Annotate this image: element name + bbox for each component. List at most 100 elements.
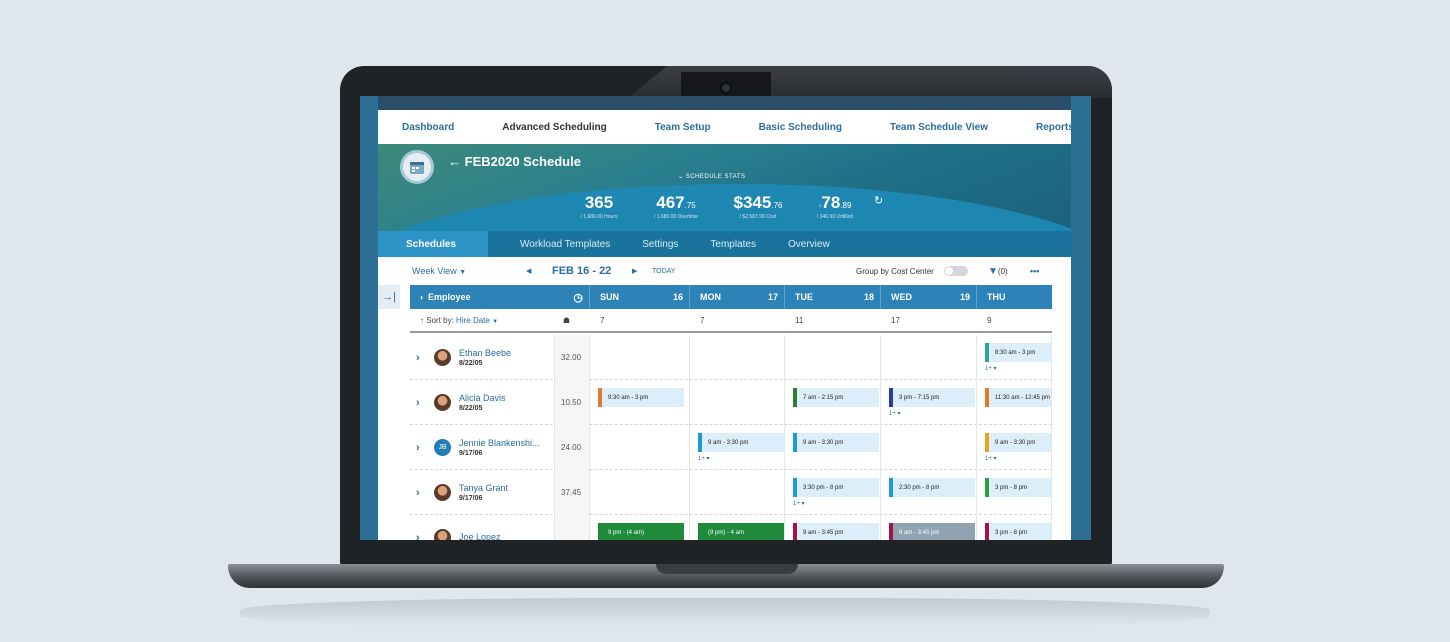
shift-block[interactable]: 2:30 pm - 8 pm <box>889 478 975 497</box>
day-cell[interactable]: 9 pm - (4 am) <box>590 515 690 540</box>
expand-row-icon[interactable]: › <box>416 352 430 364</box>
employee-name[interactable]: Ethan Beebe <box>459 348 511 358</box>
more-shifts-link[interactable]: 1+ ▾ <box>889 410 901 417</box>
day-cell[interactable]: (9 pm) - 4 am <box>690 515 785 540</box>
day-cell[interactable]: 9:30 am - 3 pm <box>590 380 690 425</box>
day-cell[interactable]: 9 am - 3:45 pm <box>881 515 977 540</box>
more-shifts-link[interactable]: 1+ ▾ <box>985 365 997 372</box>
nav-item-team-setup[interactable]: Team Setup <box>655 122 711 133</box>
employee-hire-date: 8/22/05 <box>459 405 483 412</box>
day-cell[interactable] <box>690 335 785 380</box>
day-cell[interactable] <box>881 425 977 470</box>
day-cell[interactable] <box>590 425 690 470</box>
week-view-select[interactable]: Week View ▼ <box>412 266 466 276</box>
tab-overview[interactable]: Overview <box>788 239 830 250</box>
shift-block[interactable]: 7 am - 2:15 pm <box>793 388 879 407</box>
shift-block[interactable]: 9 am - 3:30 pm <box>985 433 1051 452</box>
day-name: THU <box>987 292 1006 302</box>
today-button[interactable]: TODAY <box>652 268 675 275</box>
employee-cell[interactable]: › Tanya Grant 9/17/06 <box>410 470 555 515</box>
chevron-right-icon: › <box>420 292 428 302</box>
shift-block[interactable]: 9 pm - (4 am) <box>598 523 684 540</box>
day-cell[interactable]: 9 am - 3:30 pm 1+ ▾ <box>977 425 1052 470</box>
employee-column-header[interactable]: › Employee ◷ <box>410 285 590 309</box>
day-cell[interactable]: 3 pm - 7:15 pm 1+ ▾ <box>881 380 977 425</box>
nav-item-team-schedule-view[interactable]: Team Schedule View <box>890 122 988 133</box>
shift-block[interactable]: 3 pm - 8 pm <box>985 523 1051 540</box>
avatar <box>434 484 451 501</box>
day-cell[interactable]: 9 am - 3:30 pm <box>785 425 881 470</box>
shift-block[interactable]: 3 pm - 7:15 pm <box>889 388 975 407</box>
employee-hours: 10.50 <box>555 380 590 425</box>
tab-templates[interactable]: Templates <box>710 239 756 250</box>
shift-block[interactable]: 3:30 pm - 8 pm <box>793 478 879 497</box>
shift-block[interactable]: 9 am - 3:45 pm <box>793 523 879 540</box>
day-cell[interactable]: 3 pm - 8 pm <box>977 515 1052 540</box>
employee-name[interactable]: Alicia Davis <box>459 393 506 403</box>
shift-block[interactable]: 8:30 am - 3 pm <box>985 343 1051 362</box>
tab-schedules[interactable]: Schedules <box>378 230 489 257</box>
day-cell[interactable] <box>690 380 785 425</box>
nav-item-basic-scheduling[interactable]: Basic Scheduling <box>759 122 842 133</box>
shift-block[interactable]: 9 am - 3:30 pm <box>793 433 879 452</box>
expand-row-icon[interactable]: › <box>416 397 430 409</box>
day-cell[interactable] <box>590 470 690 515</box>
shift-block[interactable]: 3 pm - 8 pm <box>985 478 1051 497</box>
shift-block[interactable]: 9:30 am - 3 pm <box>598 388 684 407</box>
schedule-banner: ← FEB2020 Schedule ⌄ SCHEDULE STATS 365 … <box>378 144 1071 257</box>
day-cell[interactable] <box>785 335 881 380</box>
top-nav: Dashboard Advanced Scheduling Team Setup… <box>378 110 1071 144</box>
employee-name[interactable]: Joe Lopez <box>459 532 501 541</box>
schedule-stats-toggle[interactable]: ⌄ SCHEDULE STATS <box>678 173 746 180</box>
day-cell[interactable]: 11:30 am - 12:45 pm <box>977 380 1052 425</box>
next-week-icon[interactable]: ▶ <box>632 267 637 275</box>
nav-item-reports[interactable]: Reports <box>1036 122 1071 133</box>
tab-settings[interactable]: Settings <box>642 239 678 250</box>
day-cell[interactable]: 8:30 am - 3 pm 1+ ▾ <box>977 335 1052 380</box>
tab-workload-templates[interactable]: Workload Templates <box>520 239 610 250</box>
back-arrow-icon[interactable]: ← <box>448 154 465 169</box>
shift-block[interactable]: 9 am - 3:30 pm <box>698 433 784 452</box>
day-header-thu[interactable]: THU <box>977 285 1052 309</box>
schedule-tabs: Schedules Workload Templates Settings Te… <box>378 230 1071 257</box>
employee-cell[interactable]: › Alicia Davis 8/22/05 <box>410 380 555 425</box>
collapse-panel-icon[interactable]: →| <box>378 285 400 309</box>
stat-unfilled-decimals: .89 <box>840 201 852 210</box>
sort-control[interactable]: ↑ Sort by: Hire Date ▼ ☗ <box>410 309 590 331</box>
day-cell[interactable]: 2:30 pm - 8 pm <box>881 470 977 515</box>
more-shifts-link[interactable]: 1+ ▾ <box>985 455 997 462</box>
employee-name[interactable]: Tanya Grant <box>459 483 508 493</box>
employee-cell[interactable]: › JB Jennie Blankenshi... 9/17/06 <box>410 425 555 470</box>
day-cell[interactable]: 9 am - 3:45 pm <box>785 515 881 540</box>
shift-block[interactable]: (9 pm) - 4 am <box>698 523 784 540</box>
day-cell[interactable] <box>590 335 690 380</box>
day-cell[interactable]: 3:30 pm - 8 pm 1+ ▾ <box>785 470 881 515</box>
expand-row-icon[interactable]: › <box>416 442 430 454</box>
day-header-tue[interactable]: TUE 18 <box>785 285 881 309</box>
employee-cell[interactable]: › Joe Lopez <box>410 515 555 540</box>
nav-item-advanced-scheduling[interactable]: Advanced Scheduling <box>502 122 606 133</box>
refresh-icon[interactable]: ↻ <box>874 194 883 207</box>
day-cell[interactable]: 7 am - 2:15 pm <box>785 380 881 425</box>
prev-week-icon[interactable]: ◀ <box>526 267 531 275</box>
employee-cell[interactable]: › Ethan Beebe 8/22/05 <box>410 335 555 380</box>
day-cell[interactable] <box>690 470 785 515</box>
day-header-wed[interactable]: WED 19 <box>881 285 977 309</box>
more-shifts-link[interactable]: 1+ ▾ <box>698 455 710 462</box>
shift-block[interactable]: 11:30 am - 12:45 pm <box>985 388 1051 407</box>
filter-button[interactable]: ▼(0) <box>988 266 1008 277</box>
day-header-sun[interactable]: SUN 16 <box>590 285 690 309</box>
day-header-mon[interactable]: MON 17 <box>690 285 785 309</box>
day-cell[interactable]: 9 am - 3:30 pm 1+ ▾ <box>690 425 785 470</box>
day-cell[interactable] <box>881 335 977 380</box>
group-by-toggle[interactable] <box>944 266 968 276</box>
more-shifts-link[interactable]: 1+ ▾ <box>793 500 805 507</box>
expand-row-icon[interactable]: › <box>416 532 430 541</box>
more-options-icon[interactable]: ••• <box>1030 266 1039 276</box>
stat-hours-value: 365 <box>584 193 614 212</box>
employee-name[interactable]: Jennie Blankenshi... <box>459 438 540 448</box>
shift-block[interactable]: 9 am - 3:45 pm <box>889 523 975 540</box>
expand-row-icon[interactable]: › <box>416 487 430 499</box>
day-cell[interactable]: 3 pm - 8 pm <box>977 470 1052 515</box>
nav-item-dashboard[interactable]: Dashboard <box>402 122 454 133</box>
